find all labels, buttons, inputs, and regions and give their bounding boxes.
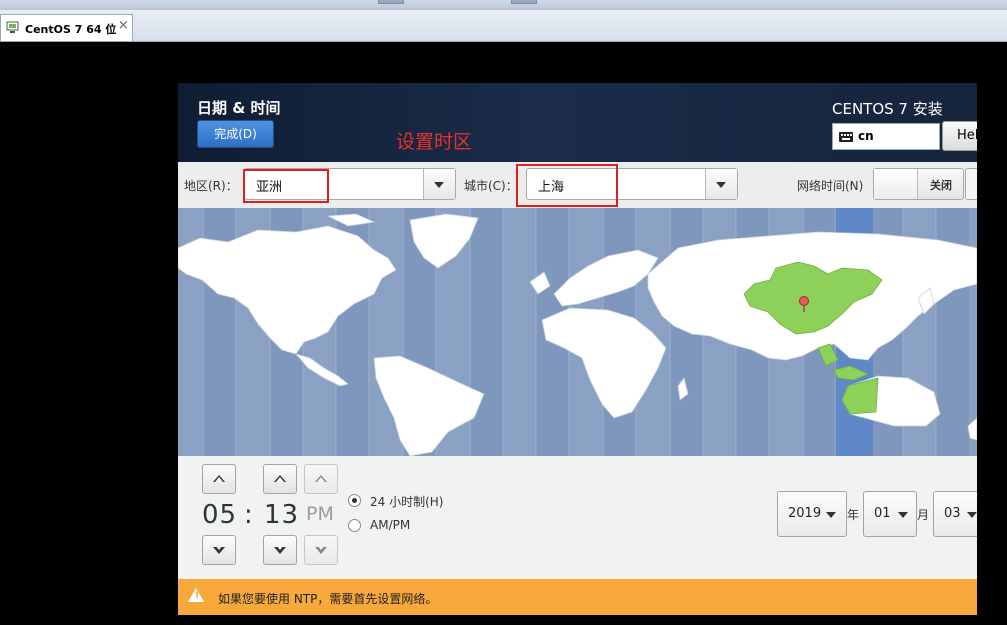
minute-display: 13 xyxy=(264,500,300,530)
chevron-down-icon xyxy=(826,512,836,518)
chevron-down-icon[interactable] xyxy=(423,169,455,199)
done-button[interactable]: 完成(D) xyxy=(197,120,274,148)
ntp-settings-button[interactable] xyxy=(965,168,977,200)
vm-toolbar-nub[interactable] xyxy=(378,0,404,4)
close-icon[interactable]: × xyxy=(118,18,129,33)
format-ampm-radio[interactable] xyxy=(348,519,361,532)
minute-up-button[interactable] xyxy=(263,464,297,494)
chevron-up-icon xyxy=(213,475,225,482)
month-value: 01 xyxy=(874,506,891,521)
page-title: 日期 & 时间 xyxy=(197,99,281,117)
vm-tab-title: CentOS 7 64 位 xyxy=(25,23,117,36)
keyboard-layout-indicator[interactable]: cn xyxy=(832,123,940,150)
annotation-highlight-box xyxy=(516,164,618,207)
keyboard-layout-label: cn xyxy=(858,129,874,143)
keyboard-icon xyxy=(839,132,853,142)
vm-toolbar-nub[interactable] xyxy=(511,0,537,4)
year-unit: 年 xyxy=(847,508,860,522)
installer-title: CENTOS 7 安装 xyxy=(832,100,943,118)
ampm-up-button[interactable] xyxy=(304,464,338,494)
vm-tab-bar: CentOS 7 64 位 × xyxy=(0,10,1007,42)
toggle-state-label: 关闭 xyxy=(930,179,952,192)
network-time-label: 网络时间(N) xyxy=(797,179,864,193)
warning-icon: ! xyxy=(188,588,204,602)
month-combo[interactable]: 01 xyxy=(863,491,917,537)
day-value: 03 xyxy=(944,506,961,521)
region-label: 地区(R)： xyxy=(184,179,238,193)
chevron-down-icon xyxy=(213,545,225,554)
hour-down-button[interactable] xyxy=(202,535,236,565)
chevron-down-icon xyxy=(898,512,908,518)
month-unit: 月 xyxy=(917,508,930,522)
format-24h-label: 24 小时制(H) xyxy=(370,495,444,509)
hour-display: 05 xyxy=(202,500,238,530)
chevron-down-icon[interactable] xyxy=(705,169,737,199)
ampm-display: PM xyxy=(306,503,334,525)
vm-window-top xyxy=(0,0,1007,10)
timezone-selector-bar: 地区(R)： 亚洲 城市(C)： 上海 网络时间(N) 关闭 xyxy=(178,162,977,208)
year-combo[interactable]: 2019 xyxy=(777,491,847,537)
chevron-up-icon xyxy=(315,475,327,482)
help-button[interactable]: Help! xyxy=(942,121,977,151)
time-date-panel: 05 : 13 PM 24 小时制(H) AM/PM 2019 年 01 月 0… xyxy=(178,456,977,579)
time-separator: : xyxy=(244,500,254,530)
chevron-down-icon xyxy=(967,512,977,518)
world-map[interactable] xyxy=(178,208,977,456)
vm-icon xyxy=(6,21,19,33)
city-label: 城市(C)： xyxy=(464,179,518,193)
vm-tab[interactable]: CentOS 7 64 位 × xyxy=(0,14,133,41)
annotation-text: 设置时区 xyxy=(396,131,473,153)
annotation-highlight-box xyxy=(243,169,329,203)
day-combo[interactable]: 03 xyxy=(933,491,977,537)
hour-up-button[interactable] xyxy=(202,464,236,494)
chevron-up-icon xyxy=(274,475,286,482)
format-ampm-label: AM/PM xyxy=(370,518,411,532)
ampm-down-button[interactable] xyxy=(304,535,338,565)
warning-text: 如果您要使用 NTP，需要首先设置网络。 xyxy=(218,592,438,606)
chevron-down-icon xyxy=(274,545,286,554)
installer-screen: 日期 & 时间 完成(D) 设置时区 CENTOS 7 安装 cn Help! … xyxy=(178,83,977,615)
network-time-toggle[interactable]: 关闭 xyxy=(873,168,964,200)
timezone-map[interactable] xyxy=(178,208,977,456)
chevron-down-icon xyxy=(315,545,327,554)
toggle-knob xyxy=(874,169,918,199)
ntp-warning-bar: ! 如果您要使用 NTP，需要首先设置网络。 xyxy=(178,579,977,615)
minute-down-button[interactable] xyxy=(263,535,297,565)
header-bar: 日期 & 时间 完成(D) 设置时区 CENTOS 7 安装 cn Help! xyxy=(178,83,977,162)
year-value: 2019 xyxy=(788,506,822,521)
format-24h-radio[interactable] xyxy=(348,494,361,507)
